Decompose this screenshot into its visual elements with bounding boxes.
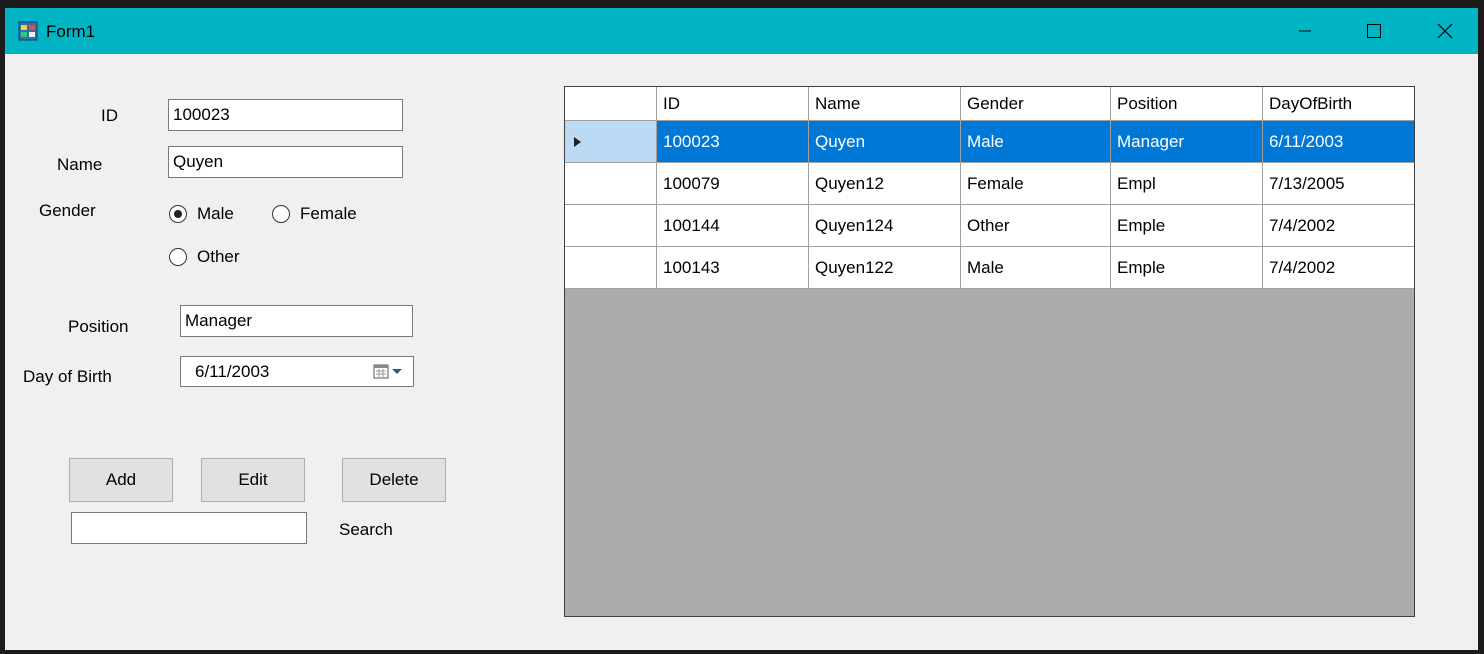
form1-window: Form1 ID 100023 Name Quyen Gender Male F… xyxy=(5,8,1478,650)
id-input[interactable]: 100023 xyxy=(168,99,403,131)
table-cell[interactable]: Empl xyxy=(1111,163,1263,205)
position-input[interactable]: Manager xyxy=(180,305,413,337)
row-header[interactable] xyxy=(565,163,657,205)
search-input[interactable] xyxy=(71,512,307,544)
title-bar[interactable]: Form1 xyxy=(5,8,1478,54)
row-header[interactable] xyxy=(565,247,657,289)
edit-button[interactable]: Edit xyxy=(201,458,305,502)
table-cell[interactable]: 100144 xyxy=(657,205,809,247)
table-cell[interactable]: Other xyxy=(961,205,1111,247)
gender-male-radio[interactable] xyxy=(169,205,187,223)
row-header[interactable] xyxy=(565,121,657,163)
gender-label: Gender xyxy=(39,201,96,220)
table-cell[interactable]: Quyen xyxy=(809,121,961,163)
close-button[interactable] xyxy=(1415,8,1475,54)
table-cell[interactable]: Male xyxy=(961,247,1111,289)
gender-male-label[interactable]: Male xyxy=(197,204,234,224)
table-cell[interactable]: Manager xyxy=(1111,121,1263,163)
table-cell[interactable]: 7/4/2002 xyxy=(1263,247,1414,289)
table-cell[interactable]: Quyen124 xyxy=(809,205,961,247)
employee-data-grid[interactable]: ID Name Gender Position DayOfBirth 10002… xyxy=(564,86,1415,617)
column-header-gender[interactable]: Gender xyxy=(961,87,1111,121)
maximize-button[interactable] xyxy=(1344,8,1404,54)
column-header-dayofbirth[interactable]: DayOfBirth xyxy=(1263,87,1414,121)
table-cell[interactable]: Emple xyxy=(1111,205,1263,247)
form-app-icon xyxy=(18,21,38,41)
table-cell[interactable]: 7/4/2002 xyxy=(1263,205,1414,247)
window-title: Form1 xyxy=(46,22,96,41)
column-header-id[interactable]: ID xyxy=(657,87,809,121)
row-pointer-icon xyxy=(574,136,581,147)
table-cell[interactable]: 100023 xyxy=(657,121,809,163)
gender-female-radio[interactable] xyxy=(272,205,290,223)
table-cell[interactable]: 100079 xyxy=(657,163,809,205)
maximize-icon xyxy=(1367,24,1381,38)
delete-button[interactable]: Delete xyxy=(342,458,446,502)
radio-selected-dot xyxy=(173,209,182,218)
dob-value: 6/11/2003 xyxy=(195,362,270,381)
table-cell[interactable]: Emple xyxy=(1111,247,1263,289)
table-cell[interactable]: 6/11/2003 xyxy=(1263,121,1414,163)
add-button[interactable]: Add xyxy=(69,458,173,502)
close-icon xyxy=(1437,23,1453,39)
table-cell[interactable]: 7/13/2005 xyxy=(1263,163,1414,205)
table-cell[interactable]: Female xyxy=(961,163,1111,205)
grid-corner-header[interactable] xyxy=(565,87,657,121)
position-label: Position xyxy=(68,317,129,336)
dob-label: Day of Birth xyxy=(23,367,112,386)
column-header-name[interactable]: Name xyxy=(809,87,961,121)
minimize-icon xyxy=(1299,30,1311,32)
calendar-dropdown-icon[interactable] xyxy=(373,363,407,381)
id-label: ID xyxy=(101,106,118,125)
gender-female-label[interactable]: Female xyxy=(300,204,357,224)
search-label[interactable]: Search xyxy=(339,520,393,540)
gender-other-label[interactable]: Other xyxy=(197,247,240,267)
table-cell[interactable]: Quyen12 xyxy=(809,163,961,205)
minimize-button[interactable] xyxy=(1275,8,1335,54)
column-header-position[interactable]: Position xyxy=(1111,87,1263,121)
name-input[interactable]: Quyen xyxy=(168,146,403,178)
table-cell[interactable]: Male xyxy=(961,121,1111,163)
table-cell[interactable]: Quyen122 xyxy=(809,247,961,289)
name-label: Name xyxy=(57,155,103,174)
row-header[interactable] xyxy=(565,205,657,247)
table-cell[interactable]: 100143 xyxy=(657,247,809,289)
gender-other-radio[interactable] xyxy=(169,248,187,266)
